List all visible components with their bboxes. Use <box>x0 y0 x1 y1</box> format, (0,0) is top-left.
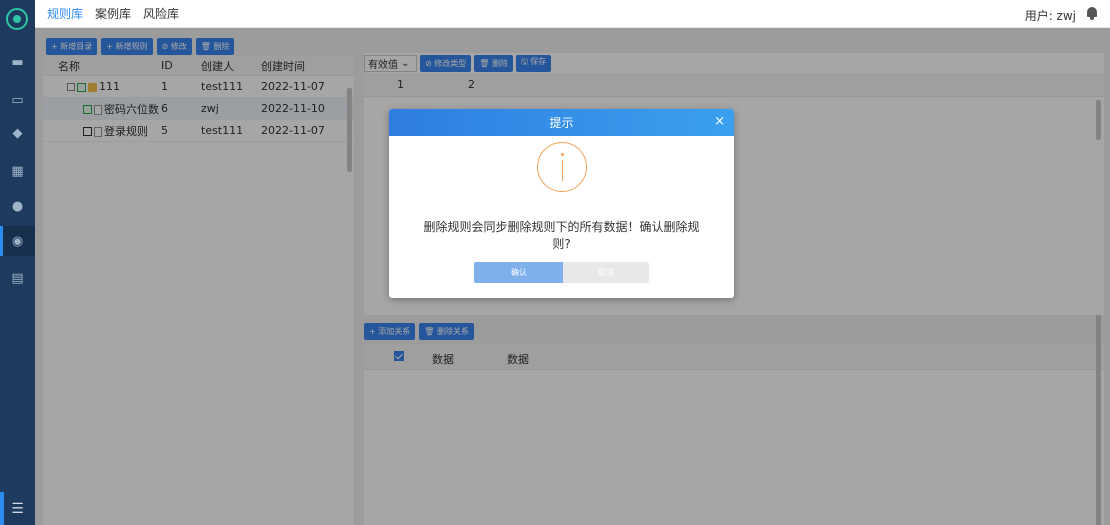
document-icon[interactable]: ▤ <box>0 263 35 293</box>
dialog-message: 删除规则会同步删除规则下的所有数据！确认删除规则? <box>423 220 700 251</box>
dialog-header: 提示 × <box>389 109 734 136</box>
clock-icon[interactable]: ● <box>0 191 35 221</box>
confirm-dialog: 提示 × 删除规则会同步删除规则下的所有数据！确认删除规则? 确认 取消 <box>389 109 734 298</box>
server-icon[interactable]: ▦ <box>0 156 35 186</box>
dialog-title: 提示 <box>549 116 574 130</box>
database-icon[interactable]: ◉ <box>0 226 35 256</box>
nav-risk-library[interactable]: 风险库 <box>143 5 179 22</box>
logo-icon <box>6 8 28 30</box>
collapse-menu-icon[interactable]: ☰ <box>0 492 35 525</box>
sidebar: ▬ ▭ ◆ ▦ ● ◉ ▤ ☰ <box>0 0 35 525</box>
close-icon[interactable]: × <box>714 114 725 129</box>
info-icon <box>537 142 587 192</box>
top-navigation: 规则库 案例库 风险库 用户: zwj <box>35 0 1110 28</box>
user-label: 用户: zwj <box>1024 9 1076 23</box>
clipboard-icon[interactable]: ▭ <box>0 85 35 115</box>
bell-icon[interactable] <box>1086 6 1098 20</box>
layers-icon[interactable]: ◆ <box>0 118 35 148</box>
monitor-icon[interactable]: ▬ <box>0 47 35 77</box>
nav-rule-library[interactable]: 规则库 <box>47 5 83 22</box>
nav-case-library[interactable]: 案例库 <box>95 5 131 22</box>
cancel-button[interactable]: 取消 <box>563 262 649 283</box>
confirm-button[interactable]: 确认 <box>474 262 564 283</box>
